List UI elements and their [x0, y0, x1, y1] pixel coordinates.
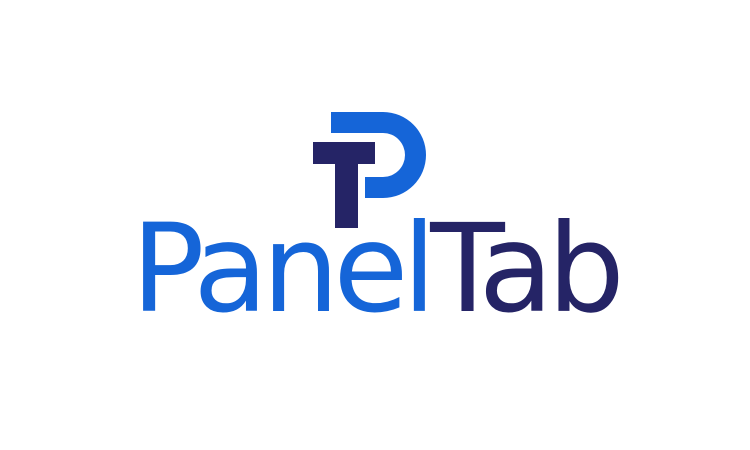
brand-wordmark: PanelTab	[0, 208, 750, 330]
brand-name-tab: Tab	[430, 198, 625, 340]
brand-name-panel: Panel	[131, 198, 436, 340]
